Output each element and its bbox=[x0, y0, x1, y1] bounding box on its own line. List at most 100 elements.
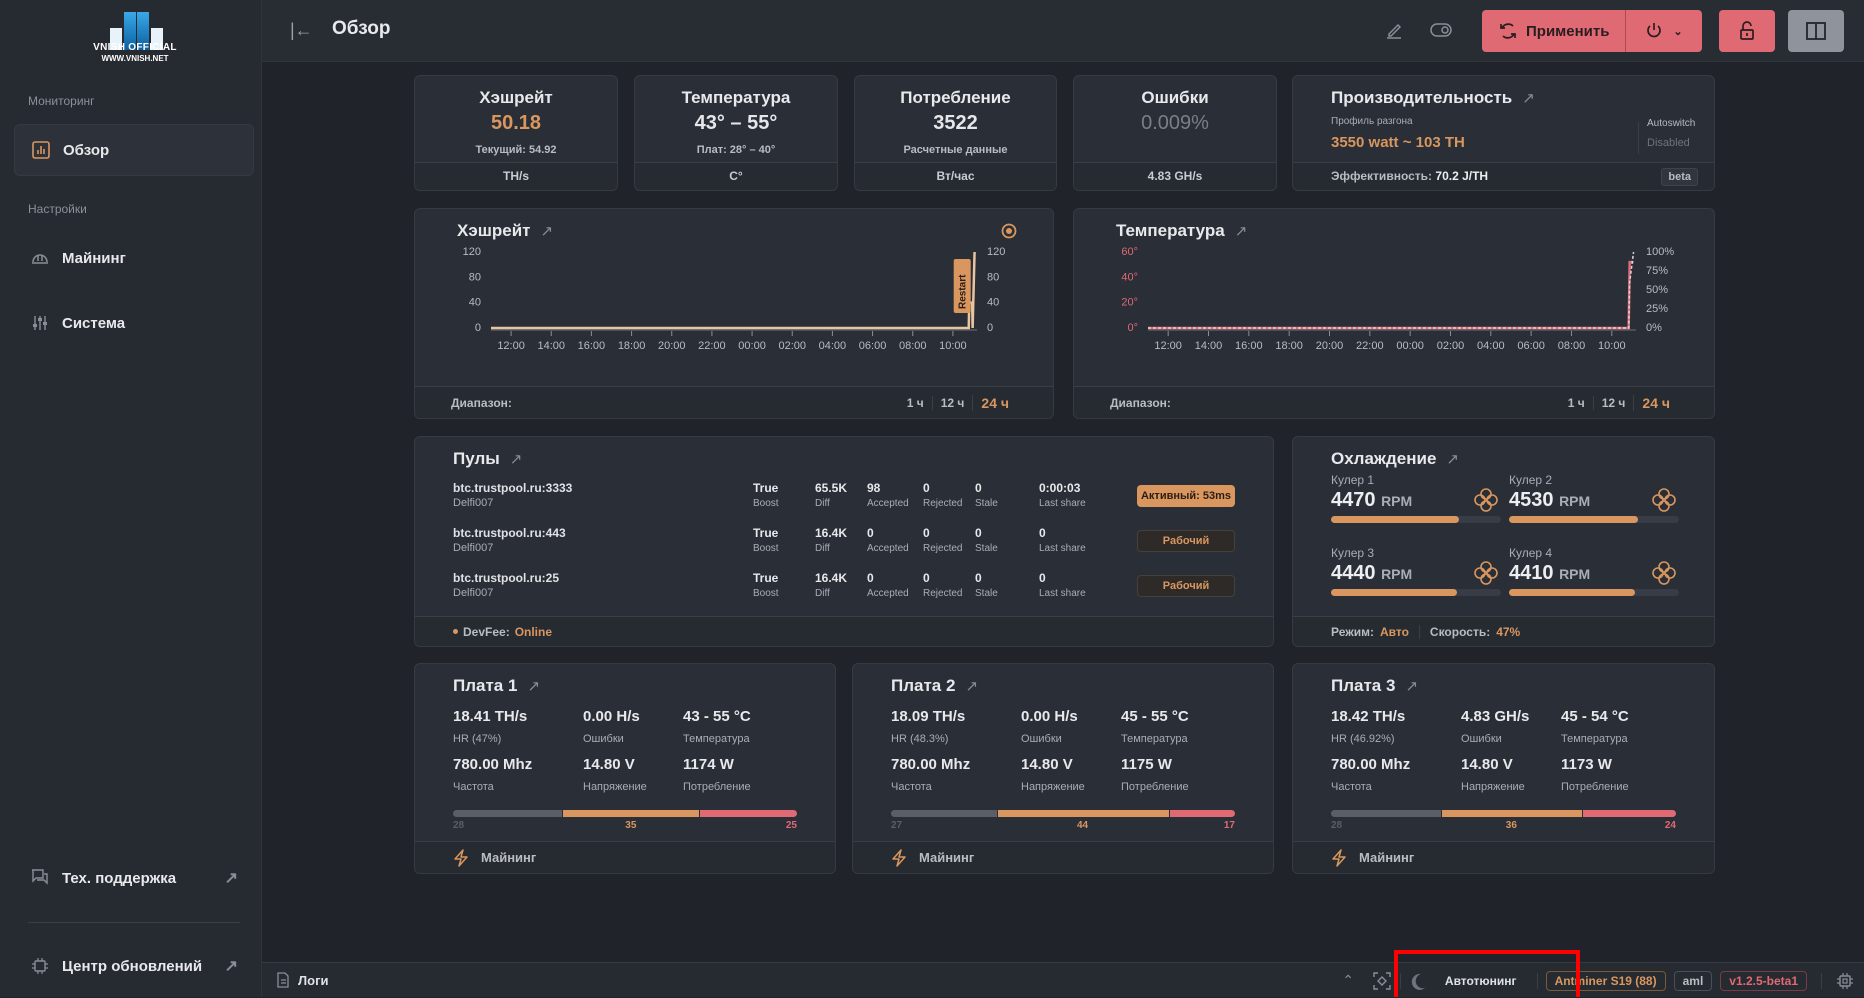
metric-value: 14.80 V bbox=[1461, 756, 1513, 773]
panel-toggle-button[interactable] bbox=[1788, 10, 1844, 52]
sidebar-item-support[interactable]: Тех. поддержка ↗ bbox=[14, 852, 254, 904]
hashrate-chart-title[interactable]: Хэшрейт ↗ bbox=[457, 221, 553, 241]
board-footer[interactable]: Майнинг bbox=[415, 841, 835, 873]
sidebar-item-system[interactable]: Система bbox=[14, 297, 254, 349]
pool-stat-label: Accepted bbox=[867, 588, 909, 599]
pool-stat-label: Boost bbox=[753, 588, 779, 599]
board-metric: 18.41 TH/s HR (47%) bbox=[453, 708, 527, 745]
fan-icon bbox=[1652, 488, 1676, 512]
pool-row[interactable]: btc.trustpool.ru:25 Delfi007 True Boost 16.… bbox=[453, 571, 1235, 611]
range-12h[interactable]: 12 ч bbox=[1592, 395, 1634, 410]
chip-icon[interactable] bbox=[1836, 972, 1854, 990]
pool-row[interactable]: btc.trustpool.ru:3333 Delfi007 True Boost 6… bbox=[453, 481, 1235, 521]
stat-value: 43° – 55° bbox=[694, 112, 778, 134]
pools-title-text: Пулы bbox=[453, 449, 500, 468]
lock-button[interactable] bbox=[1719, 10, 1775, 52]
autoswitch-value: Disabled bbox=[1647, 137, 1690, 149]
pool-stat-label: Rejected bbox=[923, 588, 963, 599]
collapse-sidebar-icon[interactable]: |← bbox=[290, 20, 313, 41]
stat-card-hashrate: Хэшрейт 50.18 Текущий: 54.92 TH/s bbox=[414, 75, 618, 191]
metric-label: Ошибки bbox=[1021, 733, 1062, 745]
performance-title[interactable]: Производительность ↗ bbox=[1331, 88, 1535, 108]
x-tick-label: 14:00 bbox=[1195, 340, 1223, 352]
divider bbox=[1638, 122, 1639, 154]
pool-stat-value: 0 bbox=[975, 526, 982, 540]
sidebar-item-label: Центр обновлений bbox=[62, 957, 203, 975]
vnish-logo[interactable]: VNISH OFFICIAL WWW.VNISH.NET bbox=[80, 4, 190, 66]
x-tick-label: 04:00 bbox=[819, 340, 847, 352]
sidebar-item-mining[interactable]: Майнинг bbox=[14, 232, 254, 284]
board-title[interactable]: Плата 1 ↗ bbox=[453, 676, 540, 696]
apply-label: Применить bbox=[1526, 22, 1610, 40]
logs-button[interactable]: Логи bbox=[276, 972, 328, 988]
section-monitoring: Мониторинг bbox=[28, 94, 95, 108]
chart-title-text: Хэшрейт bbox=[457, 221, 531, 240]
metric-label: Частота bbox=[453, 781, 494, 793]
section-settings: Настройки bbox=[28, 202, 87, 216]
edit-icon[interactable] bbox=[1384, 20, 1404, 45]
pool-stat-label: Diff bbox=[815, 543, 830, 554]
pool-stat: 0 Last share bbox=[1039, 571, 1086, 599]
unlock-icon bbox=[1740, 21, 1754, 40]
temperature-chart: 12:00 14:00 16:00 18:00 20:00 22:00 00:00 02:00… bbox=[1121, 246, 1674, 352]
pool-stat-label: Diff bbox=[815, 498, 830, 509]
chevron-up-icon[interactable]: ⌃ bbox=[1342, 972, 1354, 989]
x-tick-label: 04:00 bbox=[1477, 340, 1505, 352]
board-metric: 1175 W Потребление bbox=[1121, 756, 1189, 793]
sidebar-item-label: Система bbox=[62, 314, 126, 332]
board-metric: 0.00 H/s Ошибки bbox=[583, 708, 640, 745]
pool-stat-label: Accepted bbox=[867, 498, 909, 509]
board-title[interactable]: Плата 3 ↗ bbox=[1331, 676, 1418, 696]
metric-value: 1173 W bbox=[1561, 756, 1612, 773]
power-menu-button[interactable]: ⌄ bbox=[1626, 21, 1702, 41]
pool-stat-value: 65.5K bbox=[815, 481, 848, 495]
y-tick-label-right: 75% bbox=[1646, 265, 1668, 277]
range-1h[interactable]: 1 ч bbox=[1560, 396, 1593, 410]
pool-stat-value: 16.4K bbox=[815, 571, 848, 585]
apply-button[interactable]: Применить bbox=[1482, 10, 1626, 52]
y-tick-label-right: 50% bbox=[1646, 284, 1668, 296]
metric-label: Температура bbox=[683, 733, 750, 745]
metric-label: Напряжение bbox=[1461, 781, 1525, 793]
board-metric: 43 - 55 °C Температура bbox=[683, 708, 751, 745]
devfee-label: DevFee: bbox=[463, 624, 510, 639]
series-line-temp bbox=[1148, 260, 1634, 330]
pool-stat-value: 98 bbox=[867, 481, 881, 495]
cooling-title[interactable]: Охлаждение ↗ bbox=[1331, 449, 1459, 469]
beta-badge: beta bbox=[1661, 168, 1698, 186]
board-footer[interactable]: Майнинг bbox=[1293, 841, 1714, 873]
board-footer[interactable]: Майнинг bbox=[853, 841, 1273, 873]
x-tick-label: 12:00 bbox=[497, 340, 525, 352]
y-tick-label-right: 120 bbox=[987, 246, 1005, 258]
range-12h[interactable]: 12 ч bbox=[931, 395, 973, 410]
board-title[interactable]: Плата 2 ↗ bbox=[891, 676, 978, 696]
pools-title[interactable]: Пулы ↗ bbox=[453, 449, 522, 469]
pool-stat: 98 Accepted bbox=[867, 481, 909, 509]
fan-speed-bar bbox=[1331, 516, 1501, 523]
highlight-box bbox=[1394, 950, 1580, 997]
pool-stat-value: 0:00:03 bbox=[1039, 481, 1081, 495]
pool-row[interactable]: btc.trustpool.ru:443 Delfi007 True Boost 16… bbox=[453, 526, 1235, 566]
metric-value: 45 - 54 °C bbox=[1561, 708, 1629, 725]
fan-rpm: 4470 bbox=[1331, 489, 1376, 511]
range-24h[interactable]: 24 ч bbox=[1633, 394, 1678, 411]
pool-stat-label: Rejected bbox=[923, 543, 963, 554]
devfee-row: DevFee: Online bbox=[415, 616, 1273, 646]
target-icon[interactable] bbox=[1001, 223, 1017, 239]
focus-icon[interactable] bbox=[1372, 971, 1392, 991]
range-1h[interactable]: 1 ч bbox=[899, 396, 932, 410]
toggle-icon[interactable] bbox=[1430, 20, 1452, 45]
metric-value: 0.00 H/s bbox=[583, 708, 640, 725]
pool-user: Delfi007 bbox=[453, 497, 494, 509]
temperature-chart-title[interactable]: Температура ↗ bbox=[1116, 221, 1247, 241]
fan-speed-bar bbox=[1509, 516, 1679, 523]
pool-stat: True Boost bbox=[753, 526, 779, 554]
fan-speed-bar bbox=[1331, 589, 1501, 596]
board-title-text: Плата 1 bbox=[453, 676, 518, 695]
board-metric: 45 - 54 °C Температура bbox=[1561, 708, 1629, 745]
sidebar-item-overview[interactable]: Обзор bbox=[14, 124, 254, 176]
stat-value: 0.009% bbox=[1141, 112, 1209, 134]
chip-temp-labels: 27 44 17 bbox=[891, 820, 1235, 832]
range-24h[interactable]: 24 ч bbox=[972, 394, 1017, 411]
sidebar-item-update-center[interactable]: Центр обновлений ↗ bbox=[14, 940, 254, 992]
